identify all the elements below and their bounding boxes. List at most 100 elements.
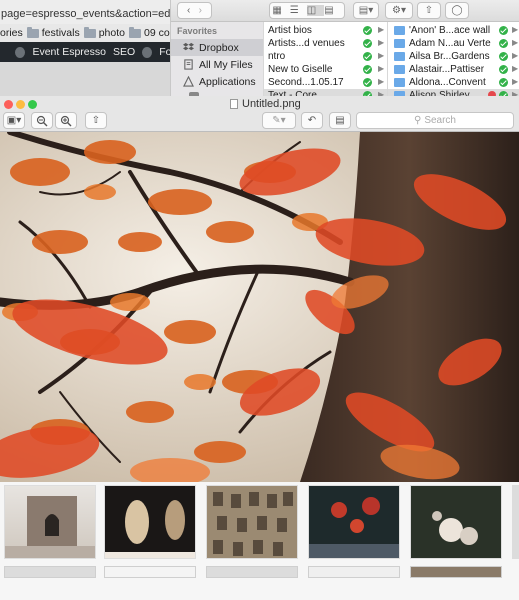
folder-name: 'Anon' B...ace wall: [409, 25, 491, 36]
all-files-icon: [184, 59, 193, 70]
action-button[interactable]: ⚙▾: [385, 2, 413, 19]
thumbnail-image[interactable]: [4, 566, 96, 578]
finder-toolbar: ‹ › ▦☰◫▤ ▤▾ ⚙▾ ⇧ ◯: [171, 0, 519, 22]
list-item[interactable]: Ailsa Br...Gardens ▶: [388, 50, 519, 63]
sidebar-item-dropbox[interactable]: Dropbox: [171, 39, 263, 56]
minimize-button[interactable]: [16, 100, 25, 109]
brick-wall-thumbnail: [213, 492, 293, 556]
sync-check-icon: [499, 52, 508, 61]
thumbnail-image[interactable]: [104, 566, 196, 578]
markup-button[interactable]: ✎▾: [262, 112, 296, 129]
zoom-button[interactable]: [28, 100, 37, 109]
share-button[interactable]: ⇧: [417, 2, 441, 19]
zoom-in-icon: [60, 115, 72, 126]
folder-name: Adam N...au Verte: [409, 38, 491, 49]
share-icon: ⇧: [91, 115, 101, 126]
sync-check-icon: [499, 39, 508, 48]
bookmark-label: festivals: [41, 27, 80, 39]
flowers-thumbnail: [309, 497, 399, 558]
list-item[interactable]: Artist bios ▶: [264, 24, 387, 37]
thumbnail-image-partial[interactable]: [512, 485, 519, 559]
zoom-out-button[interactable]: [31, 112, 53, 129]
white-flowers-thumbnail: [432, 511, 478, 545]
file-name: New to Giselle: [268, 64, 333, 75]
bookmark-item[interactable]: ories: [0, 27, 23, 39]
list-item[interactable]: Alastair...Pattiser ▶: [388, 63, 519, 76]
file-name: ntro: [268, 51, 286, 62]
event-espresso-icon: [15, 46, 26, 58]
thumbnail-image[interactable]: [4, 485, 96, 559]
share-button[interactable]: ⇧: [85, 112, 107, 129]
admin-bar-item[interactable]: SEO: [113, 46, 135, 58]
disclosure-icon: ▶: [378, 77, 385, 86]
toolbox-button[interactable]: ▤: [329, 112, 351, 129]
zoom-out-icon: [36, 115, 48, 126]
thumbnail-strip: [0, 482, 519, 600]
forms-icon: [142, 46, 153, 58]
admin-bar-item[interactable]: Event Espresso: [32, 46, 106, 58]
list-item[interactable]: Adam N...au Verte ▶: [388, 37, 519, 50]
view-mode-buttons[interactable]: ▦☰◫▤: [269, 2, 345, 19]
sync-check-icon: [499, 26, 508, 35]
url-field[interactable]: page=espresso_events&action=edit&pos: [0, 8, 175, 24]
sync-check-icon: [499, 78, 508, 87]
folder-name: Ailsa Br...Gardens: [409, 51, 490, 62]
list-item[interactable]: 'Anon' B...ace wall ▶: [388, 24, 519, 37]
bookmark-item[interactable]: 09 core: [128, 26, 175, 39]
disclosure-icon: ▶: [378, 51, 385, 60]
list-item[interactable]: New to Giselle ▶: [264, 63, 387, 76]
folder-icon: [394, 26, 405, 35]
list-item[interactable]: Second...1.05.17 ▶: [264, 76, 387, 89]
zoom-in-button[interactable]: [55, 112, 77, 129]
finder-sidebar: Favorites Dropbox All My Files Applicati…: [171, 22, 263, 96]
thumbnail-image[interactable]: [104, 485, 196, 559]
bookmark-label: photo: [98, 27, 125, 39]
sidebar-item-all-my-files[interactable]: All My Files: [171, 56, 263, 73]
arrange-icon: ▤▾: [358, 5, 374, 16]
list-item[interactable]: Aldona...Convent ▶: [388, 76, 519, 89]
sync-check-icon: [363, 52, 372, 61]
file-name: Second...1.05.17: [268, 77, 344, 88]
close-button[interactable]: [4, 100, 13, 109]
folder-name: Aldona...Convent: [409, 77, 486, 88]
thumbnail-image[interactable]: [308, 566, 400, 578]
sync-check-icon: [363, 39, 372, 48]
file-name: Artists...d venues: [268, 38, 345, 49]
list-item[interactable]: Artists...d venues ▶: [264, 37, 387, 50]
autumn-leaves-photo: [0, 132, 519, 482]
share-icon: ⇧: [424, 5, 434, 16]
search-field[interactable]: ⚲ Search: [356, 112, 514, 129]
back-icon[interactable]: ‹: [187, 5, 190, 16]
title-bar: Untitled.png: [0, 96, 519, 112]
thumbnail-image[interactable]: [410, 566, 502, 578]
icon-view-icon[interactable]: ▦☰◫▤: [272, 5, 341, 16]
thumbnail-image[interactable]: [410, 485, 502, 559]
sidebar-toggle-button[interactable]: ▣▾: [3, 112, 25, 129]
bookmark-item[interactable]: festivals: [26, 26, 80, 39]
rotate-button[interactable]: ↶: [301, 112, 323, 129]
disclosure-icon: ▶: [512, 38, 519, 47]
list-item[interactable]: ntro ▶: [264, 50, 387, 63]
dropbox-icon: [183, 42, 194, 51]
back-forward-buttons[interactable]: ‹ ›: [177, 2, 212, 19]
gear-icon: ⚙▾: [392, 5, 406, 16]
folder-icon: [394, 39, 405, 48]
thumbnail-image[interactable]: [206, 566, 298, 578]
sidebar-item-applications[interactable]: Applications: [171, 73, 263, 90]
thumbnail-image[interactable]: [308, 485, 400, 559]
folder-icon: [394, 52, 405, 61]
folder-name: Alastair...Pattiser: [409, 64, 485, 75]
sync-check-icon: [363, 78, 372, 87]
bookmark-item[interactable]: photo: [83, 26, 125, 39]
file-name: Artist bios: [268, 25, 312, 36]
thumbnail-image[interactable]: [206, 485, 298, 559]
forward-icon[interactable]: ›: [199, 5, 202, 16]
disclosure-icon: ▶: [512, 64, 519, 73]
arrange-button[interactable]: ▤▾: [353, 2, 379, 19]
tag-button[interactable]: ◯: [445, 2, 469, 19]
admin-bar: Event Espresso SEO For: [0, 42, 175, 62]
bookmark-label: ories: [0, 27, 23, 39]
sidebar-header: Favorites: [177, 26, 218, 36]
applications-icon: [183, 76, 194, 87]
folder-icon: [394, 78, 405, 87]
